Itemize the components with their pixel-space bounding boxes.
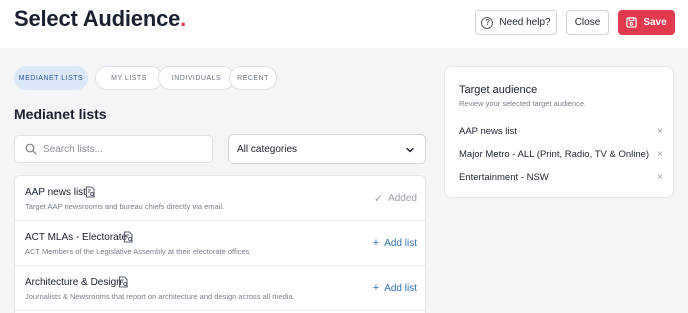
target-audience-item-label: Entertainment - NSW (459, 172, 549, 183)
target-audience-item: Entertainment - NSW × (459, 172, 663, 183)
list-item-description: ACT Members of the Legislative Assembly … (25, 247, 250, 256)
search-box[interactable] (14, 135, 213, 163)
list-item-description: Target AAP newsrooms and bureau chiefs d… (25, 202, 225, 211)
page-title: Select Audience. (14, 6, 186, 32)
chevron-down-icon (406, 147, 414, 153)
need-help-label: Need help? (499, 17, 551, 28)
section-title: Medianet lists (14, 106, 107, 122)
add-list-button[interactable]: + Add list (373, 237, 417, 249)
close-button[interactable]: Close (566, 10, 609, 35)
target-audience-panel: Target audience Review your selected tar… (444, 66, 674, 198)
document-search-icon[interactable] (123, 231, 134, 243)
plus-icon: + (372, 282, 380, 294)
help-icon: ? (481, 16, 494, 29)
list-item: AAP news list Target AAP newsrooms and b… (15, 176, 425, 221)
add-list-label: Add list (384, 237, 417, 249)
list-item-name: Architecture & Design (25, 277, 122, 288)
target-audience-subtitle: Review your selected target audience. (459, 99, 587, 108)
target-audience-title: Target audience (459, 84, 538, 96)
added-status: ✓ Added (374, 192, 417, 205)
target-audience-item: AAP news list × (459, 126, 663, 137)
remove-icon[interactable]: × (657, 126, 663, 137)
tab-my-lists-label: MY LISTS (111, 74, 147, 82)
added-label: Added (388, 193, 417, 204)
tab-recent[interactable]: RECENT (229, 66, 277, 90)
tab-medianet-lists[interactable]: MEDIANET LISTS (14, 66, 88, 90)
add-list-button[interactable]: + Add list (373, 282, 417, 294)
tab-individuals[interactable]: INDIVIDUALS (158, 66, 235, 90)
list-item-description: Journalists & Newsrooms that report on a… (25, 292, 295, 301)
close-label: Close (574, 17, 601, 28)
save-icon (626, 17, 637, 28)
page-title-text: Select Audience (14, 6, 181, 31)
document-search-icon[interactable] (118, 276, 129, 288)
save-label: Save (643, 17, 667, 28)
medianet-list: AAP news list Target AAP newsrooms and b… (14, 175, 426, 313)
target-audience-item: Major Metro - ALL (Print, Radio, TV & On… (459, 149, 663, 160)
page-header: Select Audience. ? Need help? Close Save (0, 0, 688, 48)
add-list-label: Add list (384, 282, 417, 294)
list-item: ACT MLAs - Electorate ACT Members of the… (15, 221, 425, 266)
target-audience-item-label: Major Metro - ALL (Print, Radio, TV & On… (459, 149, 650, 160)
save-button[interactable]: Save (618, 10, 675, 35)
list-item-name: ACT MLAs - Electorate (25, 232, 128, 243)
document-search-icon[interactable] (85, 186, 96, 198)
list-item-name: AAP news list (25, 187, 86, 198)
target-audience-item-label: AAP news list (459, 126, 517, 137)
tab-my-lists[interactable]: MY LISTS (95, 66, 163, 90)
list-item: Architecture & Design Journalists & News… (15, 266, 425, 311)
title-dot: . (180, 6, 187, 31)
plus-icon: + (372, 237, 380, 249)
search-input[interactable] (43, 143, 203, 155)
remove-icon[interactable]: × (657, 149, 663, 160)
remove-icon[interactable]: × (657, 172, 663, 183)
category-select[interactable]: All categories (228, 134, 426, 164)
tab-individuals-label: INDIVIDUALS (171, 74, 222, 82)
need-help-button[interactable]: ? Need help? (475, 10, 557, 35)
search-icon (25, 143, 37, 155)
tab-recent-label: RECENT (237, 74, 269, 82)
tab-medianet-lists-label: MEDIANET LISTS (18, 74, 84, 82)
check-icon: ✓ (373, 193, 384, 205)
category-select-value: All categories (237, 143, 298, 155)
